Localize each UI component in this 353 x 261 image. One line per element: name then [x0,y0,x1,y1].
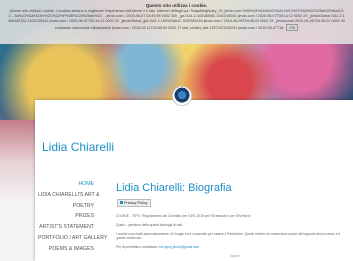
nav-item-poems-images[interactable]: POEMS & IMAGES [38,244,94,255]
contact-email-link[interactable]: info.lgreg.jimdo@gmail.com [159,245,200,249]
page-footer-text: Sigure [230,254,241,258]
privacy-shield-icon [120,201,123,204]
contact-label: Per la prendiamo contattare: [116,245,158,250]
main-navigation: HOME LIDIA CHIARELLI'S ART & POETRY PRIZ… [38,179,107,255]
page-title: Lidia Chiarelli: Biografia [116,182,232,194]
cookie-banner: Questo sito utilizza i cookie. Questo si… [0,0,353,44]
nav-item-prizes[interactable]: PRIZES [38,211,94,222]
nav-item-art-poetry[interactable]: LIDIA CHIARELLI'S ART & [38,190,100,201]
cookie-banner-title: Questo sito utilizza i cookie. [145,3,208,8]
cookie-banner-text: Questo sito utilizza i cookie. I cookies… [8,9,345,31]
nav-item-home[interactable]: HOME [38,179,94,190]
privacy-policy-button[interactable]: Privacy Policy [117,199,151,207]
site-logo-icon[interactable] [172,86,192,106]
body-paragraph: Per la prendiamo contattare: info.lgreg.… [116,245,342,250]
nav-item-portfolio[interactable]: PORTFOLIO / ART GALLERY [38,233,107,244]
nav-item-artists-statement[interactable]: ARTIST'S STATEMENT [38,222,94,233]
cookie-ok-button[interactable]: OK [286,24,299,31]
body-paragraph: I cookie sono tratti automaticamente di … [116,231,340,241]
body-paragraph: COOKIE - 'TIPS': Regolamento del Comitat… [116,214,251,218]
page-body: COOKIE - 'TIPS': Regolamento del Comitat… [116,214,342,254]
site-title[interactable]: Lidia Chiarelli [42,140,114,154]
nav-item-poetry[interactable]: POETRY [38,201,94,212]
privacy-policy-label: Privacy Policy [124,201,148,205]
body-paragraph: Quale – gestione della quarta tipologia … [116,222,183,227]
